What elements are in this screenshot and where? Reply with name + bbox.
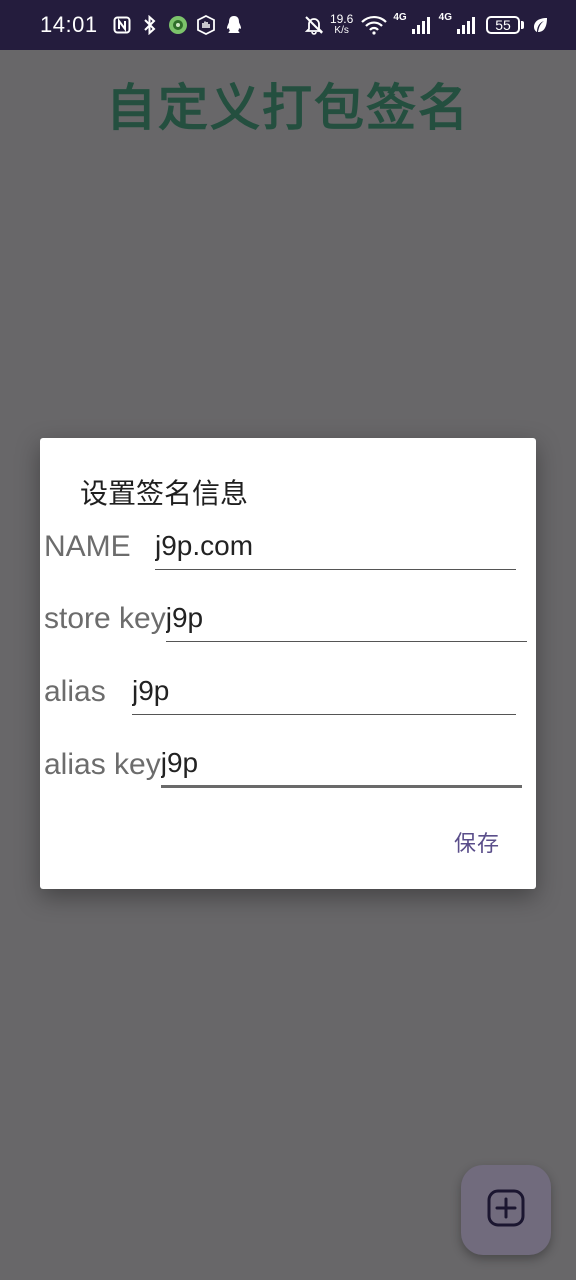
add-fab-button[interactable]: [461, 1165, 551, 1255]
net-speed-unit: K/s: [334, 25, 349, 36]
leaf-icon: [530, 15, 550, 35]
mute-bell-icon: [304, 15, 324, 35]
bluetooth-icon: [140, 15, 160, 35]
signal-2-label: 4G: [438, 12, 452, 23]
signature-dialog: 设置签名信息 NAME store key alias alias key 保存: [40, 438, 536, 889]
battery-cap: [521, 21, 524, 29]
status-right: 19.6 K/s 4G 4G 55: [304, 0, 550, 50]
alias-field-row: alias: [40, 667, 516, 715]
signal-1-label: 4G: [393, 12, 407, 23]
dialog-title: 设置签名信息: [80, 477, 249, 510]
net-speed: 19.6 K/s: [330, 13, 353, 37]
nfc-icon: [112, 15, 132, 35]
name-field-row: NAME: [40, 522, 516, 570]
alias-label: alias: [44, 675, 106, 708]
store-key-field-row: store key: [40, 594, 527, 642]
hand-icon: [196, 15, 216, 35]
store-key-input[interactable]: [165, 600, 527, 642]
status-time: 14:01: [40, 12, 98, 37]
name-input[interactable]: [155, 528, 516, 570]
page-title: 自定义打包签名: [106, 79, 470, 137]
signal-icon: [456, 15, 478, 35]
battery-level: 55: [486, 16, 520, 34]
add-square-icon: [486, 1188, 526, 1232]
net-speed-value: 19.6: [329, 12, 354, 26]
name-label: NAME: [44, 530, 131, 563]
alias-key-field-row: alias key: [40, 740, 522, 788]
status-left: 14:01: [40, 0, 244, 50]
wifi-icon: [361, 15, 388, 35]
alias-key-input[interactable]: [160, 746, 522, 788]
battery-indicator: 55: [486, 16, 524, 34]
qq-icon: [224, 15, 244, 35]
store-key-label: store key: [44, 602, 166, 635]
save-button[interactable]: 保存: [454, 826, 500, 858]
alias-key-label: alias key: [44, 748, 161, 781]
status-bar: 14:01 19.6 K/s 4G 4G 55: [0, 0, 576, 50]
app-badge-icon: [168, 15, 188, 35]
alias-input[interactable]: [132, 673, 516, 715]
signal-icon: [411, 15, 433, 35]
